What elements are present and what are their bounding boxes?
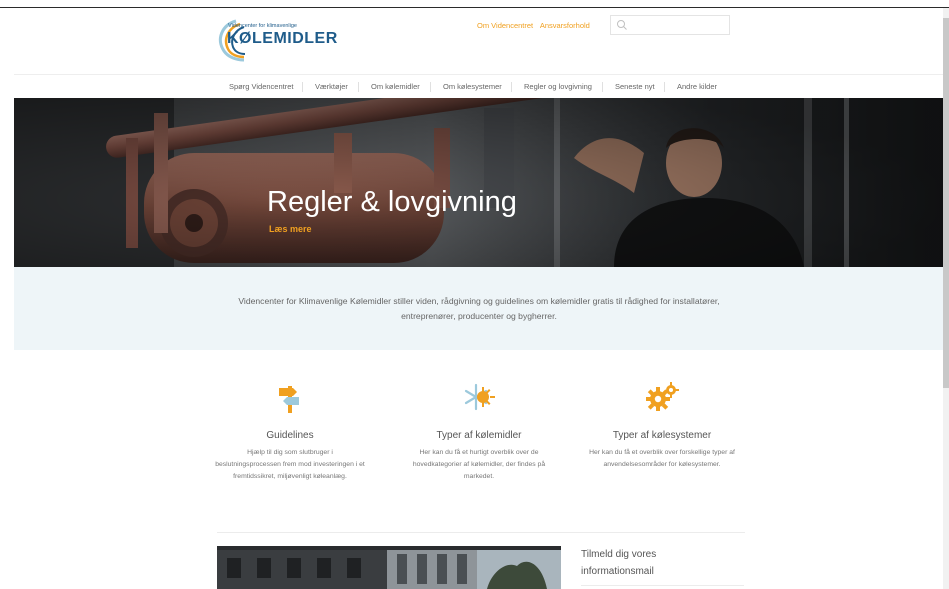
newsletter-signup-title[interactable]: Tilmeld dig vores informationsmail [581,546,731,580]
feature-description: Hjælp til dig som slutbruger i beslutnin… [215,449,365,480]
feature-guidelines[interactable]: Guidelines Hjælp til dig som slutbruger … [215,380,365,483]
newsletter-divider [581,585,744,586]
signpost-icon [279,386,299,413]
hero-banner[interactable]: Regler & lovgivning Læs mere [14,98,944,267]
nav-item-om-koelemidler[interactable]: Om kølemidler [371,82,420,91]
feature-typer-af-koelemidler[interactable]: Typer af kølemidler Her kan du få et hur… [404,380,554,483]
search-input[interactable] [610,15,730,35]
top-links: Om Videncentret Ansvarsforhold [477,21,595,30]
nav-separator [302,82,303,92]
hero-image [14,98,944,267]
page-scrollbar[interactable] [943,8,949,589]
scrollbar-thumb[interactable] [943,18,949,388]
logo-title[interactable]: KØLEMIDLER [227,30,338,48]
nav-item-andre-kilder[interactable]: Andre kilder [677,82,717,91]
nav-separator [602,82,603,92]
search-icon [617,20,627,30]
section-divider [217,532,745,533]
feature-typer-af-koelesystemer[interactable]: Typer af kølesystemer Her kan du få et o… [587,380,737,471]
feature-title: Typer af kølesystemer [612,430,712,441]
feature-description: Her kan du få et overblik over forskelli… [589,449,735,468]
intro-text: Videncenter for Klimavenlige Kølemidler … [238,296,720,321]
nav-item-spoerg-videncentret[interactable]: Spørg Videncentret [229,82,293,91]
nav-item-seneste-nyt[interactable]: Seneste nyt [615,82,655,91]
browser-frame-top [0,0,949,8]
nav-separator [430,82,431,92]
main-nav: Spørg Videncentret Værktøjer Om kølemidl… [14,76,944,98]
nav-item-om-koelesystemer[interactable]: Om kølesystemer [443,82,502,91]
link-om-videncentret[interactable]: Om Videncentret [477,21,533,30]
feature-title: Typer af kølemidler [436,430,522,441]
snowflake-sun-icon [464,383,495,411]
building-photo [217,546,561,589]
feature-title: Guidelines [266,430,314,441]
intro-section: Videncenter for Klimavenlige Kølemidler … [14,267,944,350]
hero-title: Regler & lovgivning [267,186,517,218]
feature-description: Her kan du få et hurtigt overblik over d… [412,449,546,480]
hero-read-more-link[interactable]: Læs mere [269,224,312,234]
news-image[interactable] [217,546,561,589]
nav-separator [664,82,665,92]
logo-subtitle: Videncenter for klimavenlige [228,23,297,29]
gears-icon [646,382,679,411]
nav-item-vaerktoejer[interactable]: Værktøjer [315,82,348,91]
nav-separator [358,82,359,92]
nav-separator [511,82,512,92]
link-ansvarsforhold[interactable]: Ansvarsforhold [540,21,590,30]
site-header [14,9,944,75]
nav-item-regler-og-lovgivning[interactable]: Regler og lovgivning [524,82,592,91]
